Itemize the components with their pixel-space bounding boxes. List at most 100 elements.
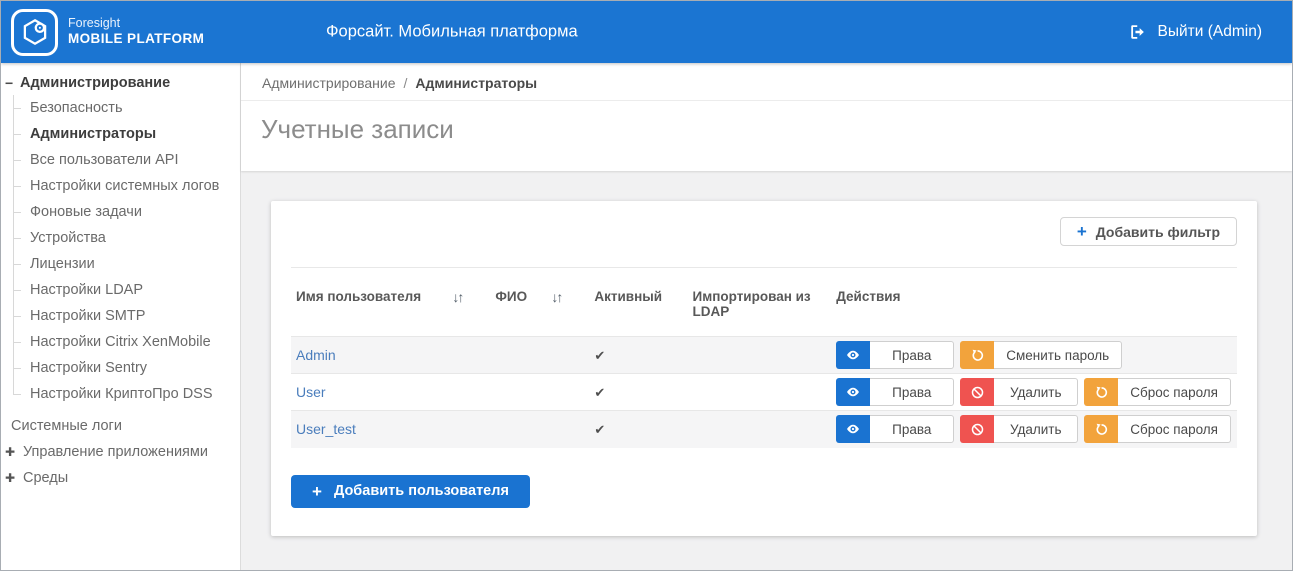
sidebar-root-label: Администрирование: [20, 75, 170, 91]
add-filter-label: Добавить фильтр: [1096, 224, 1220, 240]
username-link[interactable]: User_test: [296, 421, 356, 437]
reset-password-label: Сброс пароля: [1118, 415, 1231, 443]
eye-icon: [836, 378, 870, 406]
sidebar-item-system-log-settings[interactable]: Настройки системных логов: [1, 173, 240, 199]
row-actions: Права Удалить: [836, 415, 1231, 443]
change-password-button[interactable]: Сменить пароль: [960, 341, 1122, 369]
column-active: Активный: [589, 268, 687, 337]
logo-bottom-text: MOBILE PLATFORM: [68, 31, 204, 48]
add-user-button[interactable]: + Добавить пользователя: [291, 475, 530, 508]
sidebar-item-app-management[interactable]: ✚ Управление приложениями: [1, 439, 240, 465]
table-header-row: Имя пользователя ↓↑ ФИО ↓↑: [291, 268, 1237, 337]
rights-label: Права: [870, 341, 954, 369]
sidebar-admin-children: Безопасность Администраторы Все пользова…: [1, 95, 240, 407]
logout-button[interactable]: Выйти (Admin): [1129, 23, 1262, 41]
breadcrumb-separator: /: [404, 75, 408, 91]
column-username-label: Имя пользователя: [296, 289, 421, 304]
plus-icon: +: [1077, 223, 1087, 240]
reset-rotate-icon: [1084, 415, 1118, 443]
accounts-card: + Добавить фильтр Имя пользователя ↓↑: [271, 201, 1257, 536]
username-link[interactable]: Admin: [296, 347, 336, 363]
collapse-minus-icon[interactable]: −: [5, 75, 20, 91]
table-row-user: User ✔: [291, 374, 1237, 411]
sidebar-item-background-tasks[interactable]: Фоновые задачи: [1, 199, 240, 225]
hexagon-logo-icon: [20, 17, 50, 47]
sidebar-item-environments[interactable]: ✚ Среды: [1, 465, 240, 491]
column-actions: Действия: [831, 268, 1237, 337]
row-actions: Права Удалить: [836, 378, 1231, 406]
foresight-logo: [11, 9, 58, 56]
ban-icon: [960, 415, 994, 443]
breadcrumb-current: Администраторы: [415, 75, 537, 91]
breadcrumb-parent[interactable]: Администрирование: [262, 75, 396, 91]
sidebar-item-administrators[interactable]: Администраторы: [1, 121, 240, 147]
app-window: Foresight MOBILE PLATFORM Форсайт. Мобил…: [0, 0, 1293, 571]
add-user-label: Добавить пользователя: [334, 483, 509, 499]
page-title: Учетные записи: [241, 101, 1292, 171]
sort-icon[interactable]: ↓↑: [551, 289, 561, 305]
sidebar-item-ldap-settings[interactable]: Настройки LDAP: [1, 277, 240, 303]
table-row-admin: Admin ✔: [291, 337, 1237, 374]
plus-icon: +: [312, 483, 322, 500]
table-row-user-test: User_test ✔: [291, 411, 1237, 448]
rights-label: Права: [870, 378, 954, 406]
reset-password-button[interactable]: Сброс пароля: [1084, 415, 1231, 443]
page-header-section: Администрирование / Администраторы Учетные…: [241, 63, 1292, 171]
expand-plus-icon[interactable]: ✚: [5, 439, 23, 465]
fio-cell: [490, 337, 589, 374]
row-actions: Права Сменить пароль: [836, 341, 1231, 369]
sidebar-nav: − Администрирование Безопасность Админис…: [1, 63, 241, 570]
rights-button[interactable]: Права: [836, 378, 954, 406]
active-check-icon: ✔: [594, 385, 605, 400]
sidebar-item-licenses[interactable]: Лицензии: [1, 251, 240, 277]
logo-wordmark: Foresight MOBILE PLATFORM: [68, 16, 204, 49]
delete-button[interactable]: Удалить: [960, 415, 1078, 443]
expand-plus-icon[interactable]: ✚: [5, 465, 23, 491]
logo-top-text: Foresight: [68, 16, 204, 32]
app-management-label: Управление приложениями: [23, 439, 208, 465]
reset-rotate-icon: [1084, 378, 1118, 406]
reset-password-button[interactable]: Сброс пароля: [1084, 378, 1231, 406]
top-header: Foresight MOBILE PLATFORM Форсайт. Мобил…: [1, 1, 1292, 63]
sidebar-item-administration[interactable]: − Администрирование: [1, 71, 240, 95]
accounts-table: Имя пользователя ↓↑ ФИО ↓↑: [291, 267, 1237, 448]
sign-out-icon: [1129, 23, 1147, 41]
sidebar-item-security[interactable]: Безопасность: [1, 95, 240, 121]
sidebar-item-citrix-settings[interactable]: Настройки Citrix XenMobile: [1, 329, 240, 355]
sidebar-item-sentry-settings[interactable]: Настройки Sentry: [1, 355, 240, 381]
rights-button[interactable]: Права: [836, 415, 954, 443]
logout-label: Выйти (Admin): [1158, 23, 1262, 41]
delete-label: Удалить: [994, 378, 1078, 406]
sidebar-item-cryptopro-settings[interactable]: Настройки КриптоПро DSS: [1, 381, 240, 407]
sidebar-item-api-users[interactable]: Все пользователи API: [1, 147, 240, 173]
delete-label: Удалить: [994, 415, 1078, 443]
sidebar-item-devices[interactable]: Устройства: [1, 225, 240, 251]
app-title: Форсайт. Мобильная платформа: [326, 23, 578, 42]
sidebar-item-system-logs[interactable]: Системные логи: [1, 413, 240, 439]
add-filter-button[interactable]: + Добавить фильтр: [1060, 217, 1237, 246]
card-toolbar: + Добавить фильтр: [291, 217, 1237, 246]
rights-label: Права: [870, 415, 954, 443]
content-area: + Добавить фильтр Имя пользователя ↓↑: [241, 171, 1292, 536]
column-username: Имя пользователя ↓↑: [291, 268, 490, 337]
delete-button[interactable]: Удалить: [960, 378, 1078, 406]
fio-cell: [490, 411, 589, 448]
eye-icon: [836, 415, 870, 443]
ldap-cell: [688, 337, 832, 374]
sidebar-item-smtp-settings[interactable]: Настройки SMTP: [1, 303, 240, 329]
change-password-label: Сменить пароль: [994, 341, 1122, 369]
ldap-cell: [688, 374, 832, 411]
username-link[interactable]: User: [296, 384, 326, 400]
active-check-icon: ✔: [594, 348, 605, 363]
reset-password-label: Сброс пароля: [1118, 378, 1231, 406]
rights-button[interactable]: Права: [836, 341, 954, 369]
environments-label: Среды: [23, 465, 68, 491]
active-check-icon: ✔: [594, 422, 605, 437]
column-ldap: Импортирован из LDAP: [688, 268, 832, 337]
fio-cell: [490, 374, 589, 411]
column-fio-label: ФИО: [495, 289, 527, 304]
reset-rotate-icon: [960, 341, 994, 369]
sort-icon[interactable]: ↓↑: [452, 289, 462, 305]
ldap-cell: [688, 411, 832, 448]
eye-icon: [836, 341, 870, 369]
